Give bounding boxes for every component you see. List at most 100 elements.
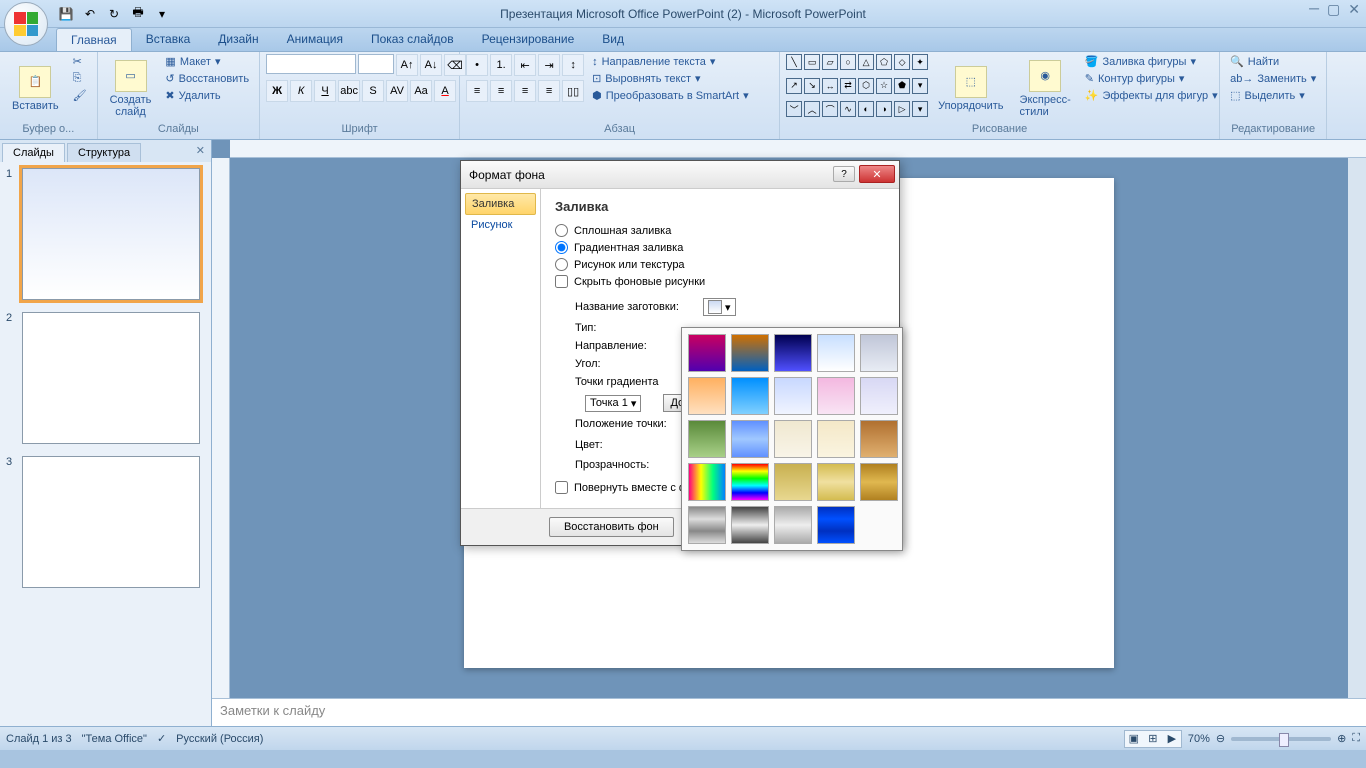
print-icon[interactable]: 🖶	[128, 4, 148, 24]
align-right-icon[interactable]: ≡	[514, 80, 536, 102]
case-icon[interactable]: Aa	[410, 80, 432, 102]
select-button[interactable]: ⬚ Выделить ▾	[1226, 88, 1320, 103]
font-color-icon[interactable]: A	[434, 80, 456, 102]
reset-button[interactable]: ↺ Восстановить	[161, 71, 253, 86]
gradient-preset-3[interactable]	[774, 334, 812, 372]
bold-icon[interactable]: Ж	[266, 80, 288, 102]
gradient-stop-combo[interactable]: Точка 1 ▾	[585, 395, 641, 412]
tab-insert[interactable]: Вставка	[132, 28, 205, 51]
gradient-preset-14[interactable]	[817, 420, 855, 458]
radio-picture-fill[interactable]	[555, 258, 568, 271]
dialog-side-fill[interactable]: Заливка	[465, 193, 536, 215]
gradient-preset-21[interactable]	[688, 506, 726, 544]
fit-window-icon[interactable]: ⛶	[1352, 732, 1360, 745]
minimize-button[interactable]: ─	[1309, 2, 1319, 19]
strike-icon[interactable]: abc	[338, 80, 360, 102]
font-family-combo[interactable]	[266, 54, 356, 74]
new-slide-button[interactable]: ▭Создать слайд	[104, 54, 158, 123]
align-center-icon[interactable]: ≡	[490, 80, 512, 102]
shape-effects-button[interactable]: ✨ Эффекты для фигур ▾	[1081, 88, 1222, 103]
panel-tab-structure[interactable]: Структура	[67, 143, 141, 162]
checkbox-rotate-with-shape[interactable]	[555, 481, 568, 494]
notes-pane[interactable]: Заметки к слайду	[212, 698, 1366, 726]
grow-font-icon[interactable]: A↑	[396, 54, 418, 76]
close-button[interactable]: ✕	[1348, 2, 1360, 19]
gradient-preset-20[interactable]	[860, 463, 898, 501]
dialog-side-picture[interactable]: Рисунок	[465, 215, 536, 235]
tab-design[interactable]: Дизайн	[204, 28, 272, 51]
sorter-view-icon[interactable]: ⊞	[1144, 731, 1162, 747]
text-direction-button[interactable]: ↕ Направление текста ▾	[588, 54, 753, 69]
zoom-percentage[interactable]: 70%	[1188, 733, 1210, 745]
gradient-preset-10[interactable]	[860, 377, 898, 415]
shrink-font-icon[interactable]: A↓	[420, 54, 442, 76]
normal-view-icon[interactable]: ▣	[1125, 731, 1143, 747]
gradient-preset-11[interactable]	[688, 420, 726, 458]
gradient-preset-6[interactable]	[688, 377, 726, 415]
gradient-preset-9[interactable]	[817, 377, 855, 415]
zoom-in-icon[interactable]: ⊕	[1337, 732, 1346, 745]
italic-icon[interactable]: К	[290, 80, 312, 102]
undo-icon[interactable]: ↶	[80, 4, 100, 24]
tab-animation[interactable]: Анимация	[273, 28, 357, 51]
justify-icon[interactable]: ≡	[538, 80, 560, 102]
align-text-button[interactable]: ⊡ Выровнять текст ▾	[588, 71, 753, 86]
shape-fill-button[interactable]: 🪣 Заливка фигуры ▾	[1081, 54, 1222, 69]
save-icon[interactable]: 💾	[56, 4, 76, 24]
format-painter-icon[interactable]: 🖌	[69, 88, 91, 103]
tab-view[interactable]: Вид	[588, 28, 638, 51]
reset-background-button[interactable]: Восстановить фон	[549, 517, 674, 537]
gradient-preset-16[interactable]	[688, 463, 726, 501]
vertical-scrollbar[interactable]	[1348, 158, 1366, 698]
shape-outline-button[interactable]: ✎ Контур фигуры ▾	[1081, 71, 1222, 86]
radio-gradient-fill[interactable]	[555, 241, 568, 254]
dialog-help-button[interactable]: ?	[833, 166, 855, 182]
gradient-preset-17[interactable]	[731, 463, 769, 501]
qat-dropdown-icon[interactable]: ▾	[152, 4, 172, 24]
panel-tab-slides[interactable]: Слайды	[2, 143, 65, 162]
find-button[interactable]: 🔍 Найти	[1226, 54, 1320, 69]
gradient-preset-18[interactable]	[774, 463, 812, 501]
thumbnail-2[interactable]: 2	[6, 312, 205, 444]
panel-close-icon[interactable]: ✕	[196, 144, 205, 157]
shadow-icon[interactable]: S	[362, 80, 384, 102]
gradient-preset-2[interactable]	[731, 334, 769, 372]
copy-icon[interactable]: ⎘	[69, 71, 91, 86]
redo-icon[interactable]: ↻	[104, 4, 124, 24]
bullets-icon[interactable]: •	[466, 54, 488, 76]
dialog-close-button[interactable]: ✕	[859, 165, 895, 183]
indent-dec-icon[interactable]: ⇤	[514, 54, 536, 76]
gradient-preset-7[interactable]	[731, 377, 769, 415]
align-left-icon[interactable]: ≡	[466, 80, 488, 102]
office-button[interactable]	[4, 2, 48, 46]
underline-icon[interactable]: Ч	[314, 80, 336, 102]
tab-slideshow[interactable]: Показ слайдов	[357, 28, 468, 51]
tab-review[interactable]: Рецензирование	[468, 28, 589, 51]
spellcheck-icon[interactable]: ✓	[157, 732, 166, 745]
zoom-slider[interactable]	[1231, 737, 1331, 741]
gradient-preset-22[interactable]	[731, 506, 769, 544]
gradient-preset-23[interactable]	[774, 506, 812, 544]
radio-solid-fill[interactable]	[555, 224, 568, 237]
gradient-preset-4[interactable]	[817, 334, 855, 372]
gradient-preset-1[interactable]	[688, 334, 726, 372]
smartart-button[interactable]: ⬢ Преобразовать в SmartArt ▾	[588, 88, 753, 103]
delete-slide-button[interactable]: ✖ Удалить	[161, 88, 253, 103]
tab-home[interactable]: Главная	[56, 28, 132, 51]
layout-button[interactable]: ▦ Макет ▾	[161, 54, 253, 69]
checkbox-hide-graphics[interactable]	[555, 275, 568, 288]
thumbnail-3[interactable]: 3	[6, 456, 205, 588]
columns-icon[interactable]: ▯▯	[562, 80, 584, 102]
replace-button[interactable]: ab→ Заменить ▾	[1226, 71, 1320, 86]
spacing-icon[interactable]: AV	[386, 80, 408, 102]
gradient-preset-12[interactable]	[731, 420, 769, 458]
line-spacing-icon[interactable]: ↕	[562, 54, 584, 76]
arrange-button[interactable]: ⬚Упорядочить	[932, 54, 1009, 123]
status-language[interactable]: Русский (Россия)	[176, 733, 263, 745]
indent-inc-icon[interactable]: ⇥	[538, 54, 560, 76]
paste-button[interactable]: 📋Вставить	[6, 54, 65, 123]
numbering-icon[interactable]: 1.	[490, 54, 512, 76]
slideshow-view-icon[interactable]: ▶	[1163, 731, 1181, 747]
font-size-combo[interactable]	[358, 54, 394, 74]
thumbnail-1[interactable]: 1	[6, 168, 205, 300]
